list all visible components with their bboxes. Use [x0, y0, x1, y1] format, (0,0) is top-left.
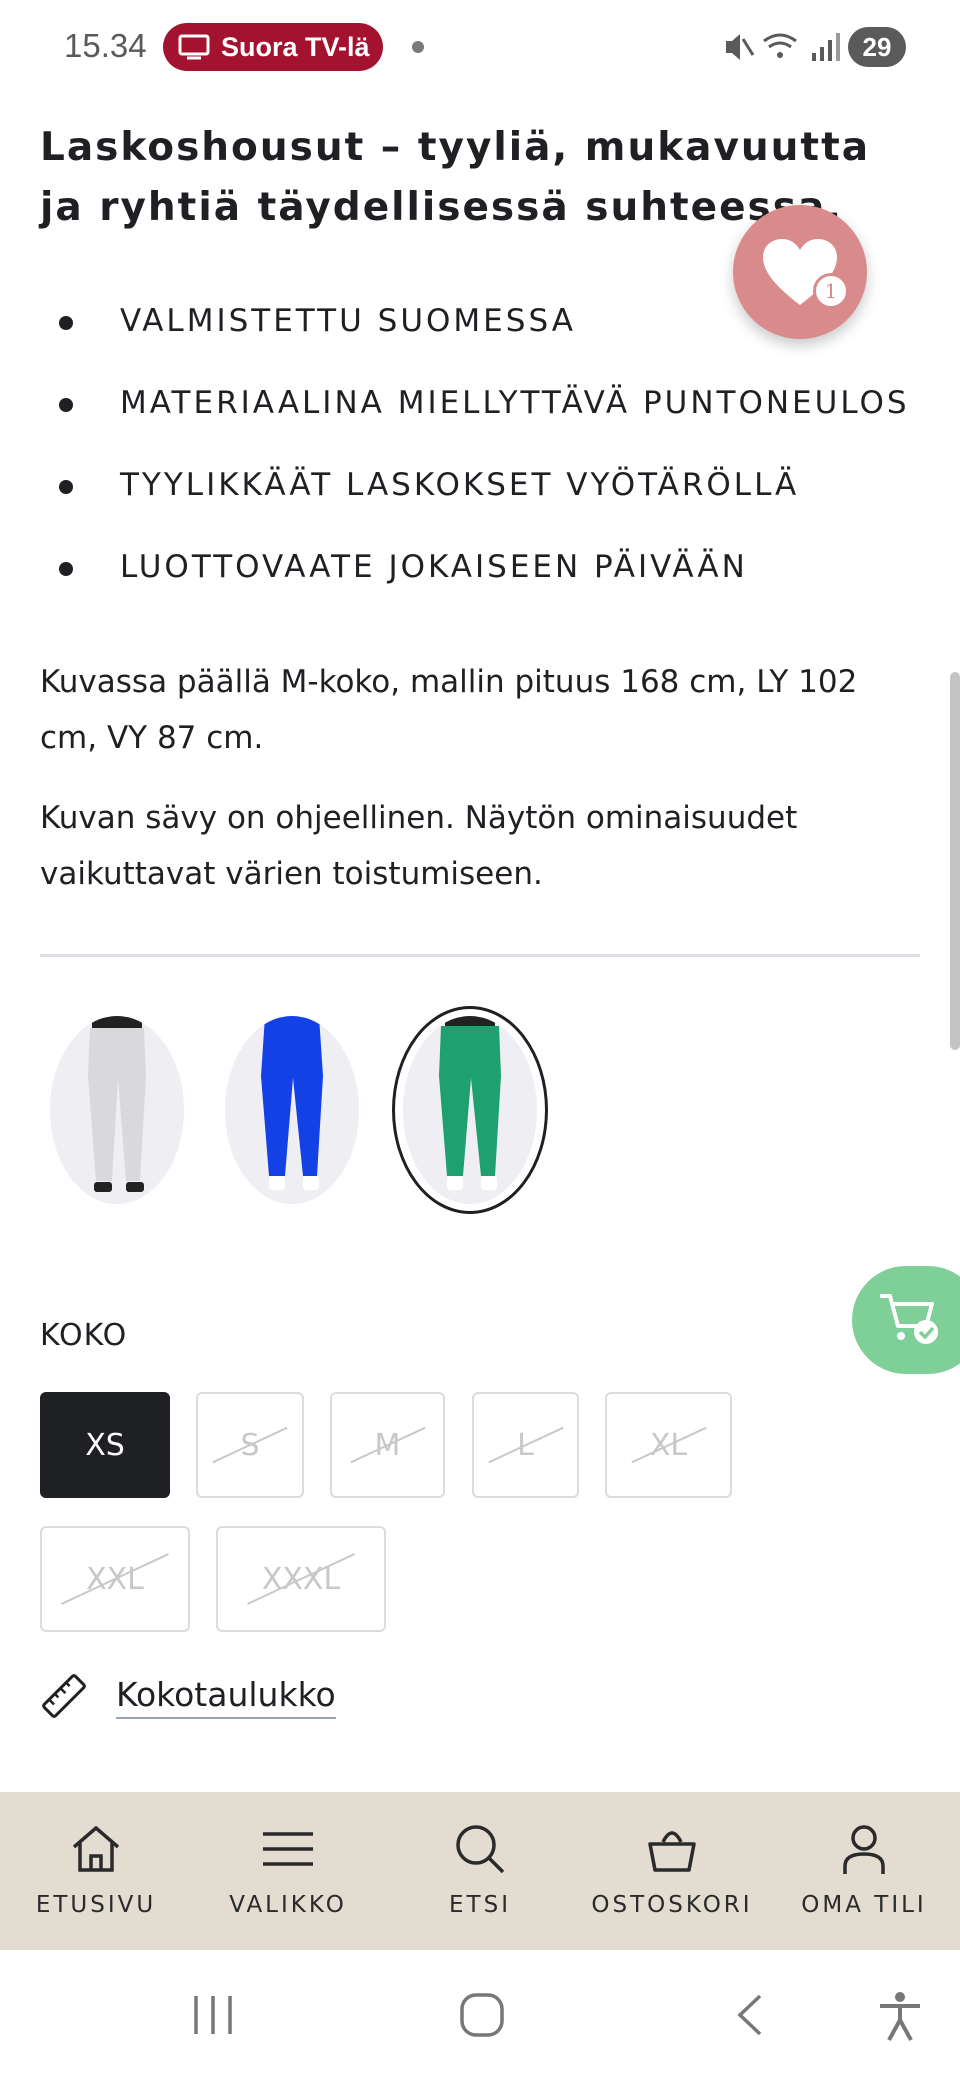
- size-label: KOKO: [40, 1318, 128, 1353]
- feature-text: MATERIAALINA MIELLYTTÄVÄ PUNTONEULOS: [120, 385, 910, 421]
- bullet-icon: [59, 398, 73, 412]
- size-option-m[interactable]: M: [330, 1392, 445, 1498]
- status-bar: 15.34 Suora TV-lä 29: [0, 0, 960, 96]
- tv-pill-label: Suora TV-lä: [221, 31, 370, 62]
- battery-indicator: 29: [848, 27, 906, 67]
- color-swatch-blue[interactable]: [225, 1016, 359, 1204]
- tv-notification-pill[interactable]: Suora TV-lä: [163, 23, 383, 71]
- section-divider: [40, 954, 920, 957]
- menu-icon: [263, 1832, 313, 1866]
- nav-item-basket[interactable]: OSTOSKORI: [576, 1792, 768, 1950]
- bullet-icon: [59, 316, 73, 330]
- status-time: 15.34: [64, 27, 147, 64]
- selected-swatch-ring: [392, 1006, 548, 1214]
- nav-item-search[interactable]: ETSI: [384, 1792, 576, 1950]
- nav-label: OMA TILI: [801, 1892, 927, 1918]
- size-option-xl[interactable]: XL: [605, 1392, 732, 1498]
- basket-icon: [648, 1831, 696, 1872]
- nav-label: ETSI: [449, 1892, 511, 1918]
- home-icon: [72, 1826, 120, 1872]
- size-chart-link[interactable]: Kokotaulukko: [40, 1666, 336, 1726]
- floating-cart-button[interactable]: [852, 1266, 960, 1374]
- feature-item: VALMISTETTU SUOMESSA: [40, 286, 920, 368]
- tv-icon: [178, 34, 210, 60]
- bullet-icon: [59, 562, 73, 576]
- system-navigation-bar: [0, 1950, 960, 2080]
- accessibility-icon[interactable]: [876, 1990, 924, 2042]
- mute-wifi-signal-icons: [726, 33, 840, 61]
- size-option-xxxl[interactable]: XXXL: [216, 1526, 386, 1632]
- feature-item: LUOTTOVAATE JOKAISEEN PÄIVÄÄN: [40, 532, 920, 614]
- nav-item-home[interactable]: ETUSIVU: [0, 1792, 192, 1950]
- notification-dot: [412, 41, 424, 53]
- account-icon: [843, 1825, 885, 1874]
- feature-list: VALMISTETTU SUOMESSA MATERIAALINA MIELLY…: [40, 286, 920, 614]
- model-size-description: Kuvassa päällä M-koko, mallin pituus 168…: [40, 664, 858, 756]
- search-icon: [456, 1825, 505, 1874]
- size-option-s[interactable]: S: [196, 1392, 304, 1498]
- feature-item: TYYLIKKÄÄT LASKOKSET VYÖTÄRÖLLÄ: [40, 450, 920, 532]
- bottom-navigation: ETUSIVU VALIKKO ETSI OSTOSKORI OMA TILI: [0, 1792, 960, 1950]
- size-chart-label: Kokotaulukko: [116, 1673, 336, 1719]
- nav-label: VALIKKO: [229, 1892, 347, 1918]
- recent-apps-icon[interactable]: [190, 1992, 236, 2038]
- cart-check-icon: [880, 1294, 938, 1344]
- ruler-icon: [42, 1674, 86, 1718]
- home-system-icon[interactable]: [458, 1991, 506, 2039]
- size-option-xxl[interactable]: XXL: [40, 1526, 190, 1632]
- color-disclaimer: Kuvan sävy on ohjeellinen. Näytön ominai…: [40, 800, 798, 892]
- nav-item-menu[interactable]: VALIKKO: [192, 1792, 384, 1950]
- feature-text: LUOTTOVAATE JOKAISEEN PÄIVÄÄN: [120, 549, 748, 585]
- size-option-xs[interactable]: XS: [40, 1392, 170, 1498]
- back-icon[interactable]: [734, 1992, 766, 2038]
- size-option-l[interactable]: L: [472, 1392, 579, 1498]
- color-swatch-grey[interactable]: [50, 1016, 184, 1204]
- feature-item: MATERIAALINA MIELLYTTÄVÄ PUNTONEULOS: [40, 368, 920, 450]
- nav-label: ETUSIVU: [35, 1892, 157, 1918]
- grey-pants-image: [50, 1016, 184, 1204]
- blue-pants-image: [225, 1016, 359, 1204]
- bullet-icon: [59, 480, 73, 494]
- feature-text: TYYLIKKÄÄT LASKOKSET VYÖTÄRÖLLÄ: [120, 467, 800, 503]
- nav-label: OSTOSKORI: [591, 1892, 753, 1918]
- page-scrollbar[interactable]: [950, 672, 960, 1050]
- feature-text: VALMISTETTU SUOMESSA: [120, 303, 576, 339]
- nav-item-account[interactable]: OMA TILI: [768, 1792, 960, 1950]
- size-option-label: XS: [85, 1427, 125, 1463]
